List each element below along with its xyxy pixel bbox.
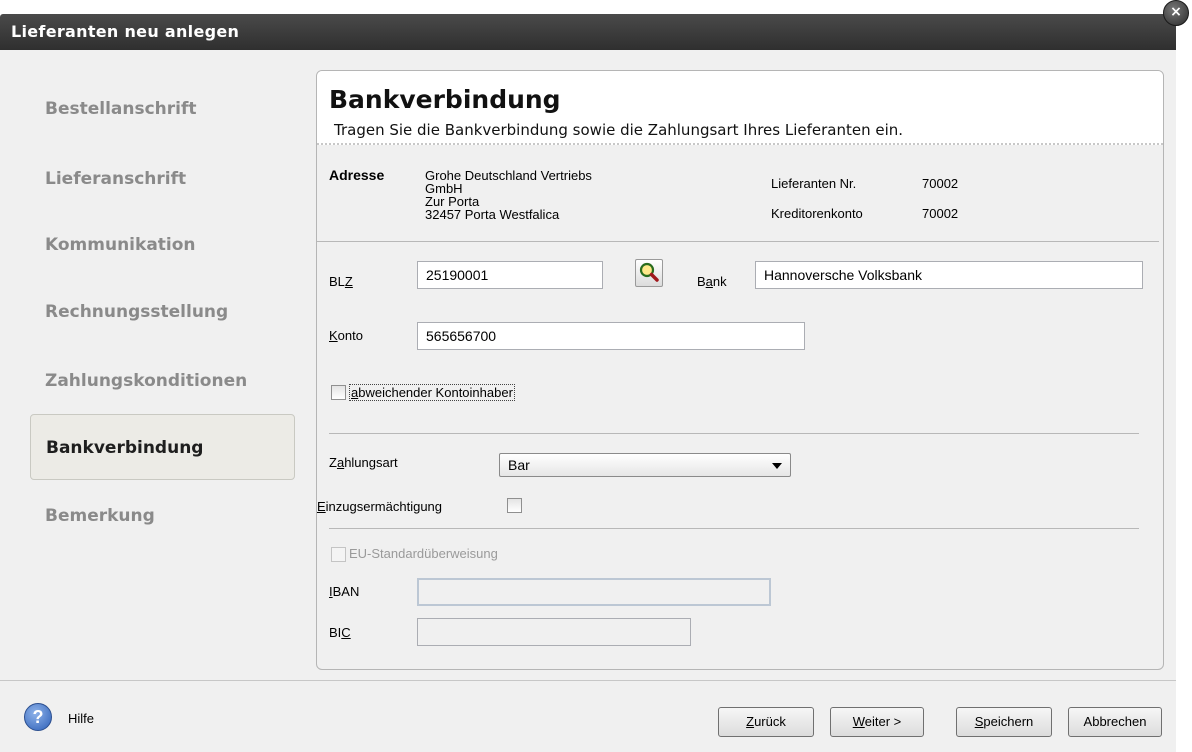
account-number-field[interactable]: 565656700 — [417, 322, 805, 350]
close-icon[interactable]: × — [1163, 0, 1189, 26]
divider — [317, 241, 1159, 242]
bank-search-button[interactable] — [635, 259, 663, 287]
eu-transfer-checkbox[interactable] — [331, 547, 346, 562]
bank-name-field[interactable]: Hannoversche Volksbank — [755, 261, 1143, 289]
help-icon[interactable]: ? — [24, 703, 52, 731]
bank-label: Bank — [697, 274, 727, 289]
sidebar-item-bestellanschrift[interactable]: Bestellanschrift — [30, 76, 295, 142]
supplier-no-label: Lieferanten Nr. — [771, 176, 857, 191]
divider — [329, 528, 1139, 529]
creditor-account-label: Kreditorenkonto — [771, 206, 863, 221]
next-button[interactable]: Weiter > — [830, 707, 924, 737]
window-title: Lieferanten neu anlegen — [11, 22, 240, 41]
sidebar-item-rechnungsstellung[interactable]: Rechnungsstellung — [30, 279, 295, 345]
bic-field[interactable] — [417, 618, 691, 646]
address-label: Adresse — [329, 167, 385, 183]
sidebar-item-bankverbindung[interactable]: Bankverbindung — [30, 414, 295, 480]
sidebar-item-kommunikation[interactable]: Kommunikation — [30, 212, 295, 278]
bic-label: BIC — [329, 625, 351, 640]
iban-field[interactable] — [417, 578, 771, 606]
save-button[interactable]: Speichern — [956, 707, 1052, 737]
address-text: Grohe Deutschland Vertriebs GmbH Zur Por… — [425, 169, 625, 231]
sidebar-item-bemerkung[interactable]: Bemerkung — [30, 483, 295, 549]
alt-holder-checkbox[interactable] — [331, 385, 346, 400]
dialog-body: Bestellanschrift Lieferanschrift Kommuni… — [0, 50, 1176, 752]
title-bar: Lieferanten neu anlegen — [0, 14, 1176, 50]
wizard-steps-sidebar: Bestellanschrift Lieferanschrift Kommuni… — [0, 50, 310, 680]
sidebar-item-zahlungskonditionen[interactable]: Zahlungskonditionen — [30, 348, 295, 414]
divider — [329, 433, 1139, 434]
dialog-footer: ? Hilfe Zurück Weiter > Speichern Abbrec… — [0, 680, 1176, 752]
konto-label: Konto — [329, 328, 363, 343]
address-line: 32457 Porta Westfalica — [425, 207, 560, 222]
payment-type-value: Bar — [508, 457, 530, 473]
magnifier-icon — [639, 262, 659, 282]
cancel-button[interactable]: Abbrechen — [1068, 707, 1162, 737]
page-title: Bankverbindung — [329, 85, 561, 114]
blz-field[interactable]: 25190001 — [417, 261, 603, 289]
page-subtitle: Tragen Sie die Bankverbindung sowie die … — [334, 121, 904, 139]
direct-debit-checkbox[interactable] — [507, 498, 522, 513]
back-button[interactable]: Zurück — [718, 707, 814, 737]
bank-details-panel: Bankverbindung Tragen Sie die Bankverbin… — [316, 70, 1164, 670]
chevron-down-icon — [772, 463, 782, 469]
panel-header: Bankverbindung Tragen Sie die Bankverbin… — [317, 71, 1163, 145]
supplier-no-value: 70002 — [922, 176, 959, 191]
eu-transfer-label: EU-Standardüberweisung — [349, 546, 498, 561]
help-link[interactable]: Hilfe — [68, 711, 94, 726]
alt-holder-label[interactable]: abweichender Kontoinhaber — [349, 384, 515, 401]
sidebar-item-lieferanschrift[interactable]: Lieferanschrift — [30, 146, 295, 212]
creditor-account-value: 70002 — [922, 206, 959, 221]
payment-type-label: Zahlungsart — [329, 455, 398, 470]
direct-debit-label: Einzugsermächtigung — [317, 499, 443, 514]
payment-type-select[interactable]: Bar — [499, 453, 791, 477]
blz-label: BLZ — [329, 274, 353, 289]
iban-label: IBAN — [329, 584, 360, 599]
